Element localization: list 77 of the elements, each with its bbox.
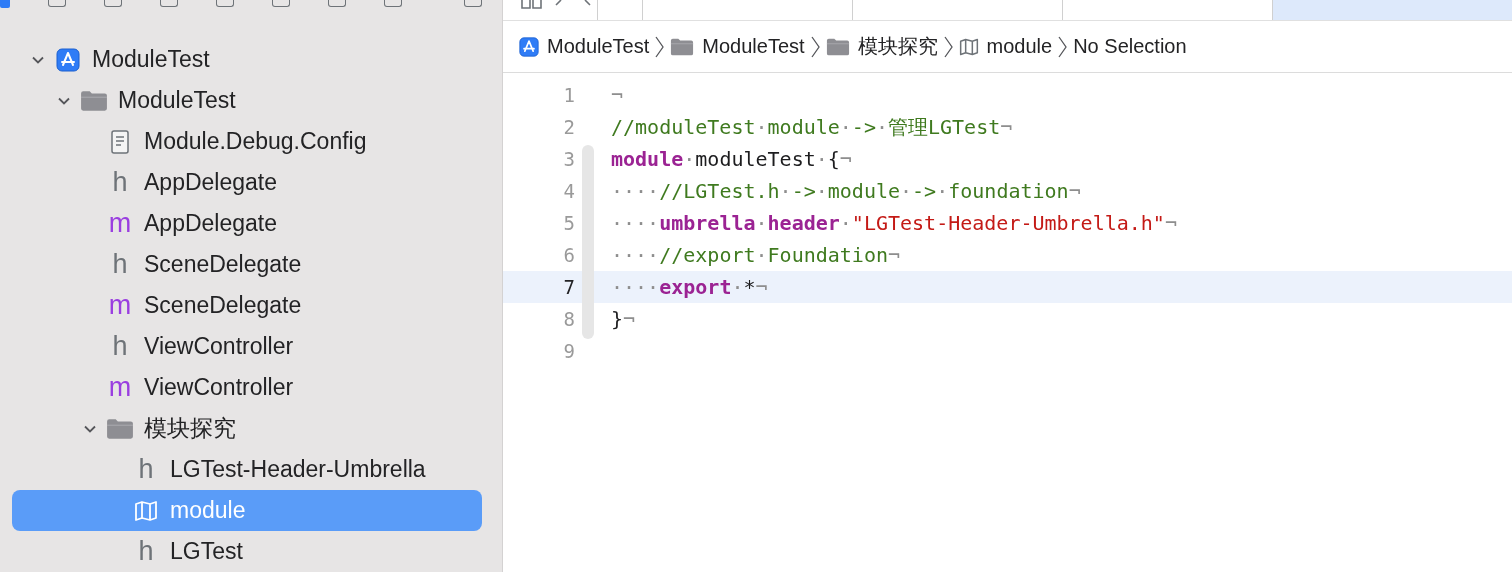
toolbar-icon[interactable] — [104, 0, 122, 7]
app-project-icon — [519, 36, 539, 57]
folder-icon — [670, 36, 695, 57]
map-icon — [958, 36, 979, 57]
file-name: 模块探究 — [144, 414, 236, 443]
toolbar-icon[interactable] — [328, 0, 346, 7]
code-line: ¬ — [611, 83, 624, 107]
header-file-icon: h — [138, 538, 154, 565]
navigator-item[interactable]: m ViewController — [12, 367, 482, 408]
header-file-icon: h — [112, 169, 128, 196]
navigator-item[interactable]: h ViewController — [12, 326, 482, 367]
breadcrumb-item[interactable]: ModuleTest — [547, 35, 650, 58]
code-line: ····umbrella·header·"LGTest-Header-Umbrella.h"¬ — [611, 211, 1177, 235]
line-number: 3 — [562, 148, 575, 170]
file-name: LGTest-Header-Umbrella — [170, 456, 426, 483]
implementation-file-icon: m — [108, 210, 132, 237]
toolbar-icon[interactable] — [464, 0, 482, 7]
navigator-item[interactable]: h LGTest — [12, 531, 482, 572]
chevron-icon — [943, 35, 953, 58]
line-number: 4 — [562, 180, 575, 202]
toolbar-icon[interactable] — [384, 0, 402, 7]
code-line: //moduleTest·module·->·管理LGTest¬ — [611, 113, 1013, 141]
grid-icon[interactable] — [521, 0, 543, 10]
toolbar-icon[interactable] — [48, 0, 66, 7]
file-name: SceneDelegate — [144, 292, 302, 319]
code-line: }¬ — [611, 307, 636, 331]
implementation-file-icon: m — [108, 374, 132, 401]
map-icon — [134, 498, 158, 523]
file-name: SceneDelegate — [144, 251, 302, 278]
line-number: 2 — [562, 116, 575, 138]
file-name: Module.Debug.Config — [144, 128, 367, 155]
line-number: 9 — [562, 340, 575, 362]
file-name: AppDelegate — [144, 210, 277, 237]
navigator-item[interactable]: Module.Debug.Config — [12, 121, 482, 162]
navigator-item[interactable]: h AppDelegate — [12, 162, 482, 203]
chevron-icon — [1058, 35, 1068, 58]
code-line: ····//LGTest.h·->·module·->·foundation¬ — [611, 179, 1081, 203]
navigator-item[interactable]: m AppDelegate — [12, 203, 482, 244]
file-name: ViewController — [144, 374, 294, 401]
code-line: ····//export·Foundation¬ — [611, 243, 900, 267]
app-project-icon — [56, 47, 80, 72]
chevron-icon — [655, 35, 665, 58]
breadcrumb-item[interactable]: ModuleTest — [702, 35, 805, 58]
code-line: module·moduleTest·{¬ — [611, 147, 852, 171]
code-line: ····export·*¬ — [611, 275, 768, 299]
navigator-item[interactable]: m SceneDelegate — [12, 285, 482, 326]
chevron-icon — [810, 35, 820, 58]
toolbar-icon[interactable] — [160, 0, 178, 7]
file-name: ViewController — [144, 333, 294, 360]
header-file-icon: h — [112, 333, 128, 360]
file-name: ModuleTest — [92, 46, 210, 73]
line-number: 1 — [562, 84, 575, 106]
breadcrumb-item[interactable]: module — [986, 35, 1053, 58]
folder-icon — [825, 36, 850, 57]
file-name: ModuleTest — [118, 87, 236, 114]
navigator-item[interactable]: h SceneDelegate — [12, 244, 482, 285]
header-file-icon: h — [112, 251, 128, 278]
folder-icon — [106, 416, 134, 441]
toolbar-icon[interactable] — [272, 0, 290, 7]
navigator-item[interactable]: ModuleTest — [12, 39, 482, 80]
file-name: module — [170, 497, 246, 524]
navigator-item[interactable]: ModuleTest — [12, 80, 482, 121]
implementation-file-icon: m — [108, 292, 132, 319]
breadcrumb-item[interactable]: No Selection — [1073, 35, 1187, 58]
line-number: 8 — [562, 308, 575, 330]
toolbar-icon[interactable] — [216, 0, 234, 7]
navigator-item[interactable]: 模块探究 — [12, 408, 482, 449]
navigator-item[interactable]: h LGTest-Header-Umbrella — [12, 449, 482, 490]
file-name: AppDelegate — [144, 169, 277, 196]
file-name: LGTest — [170, 538, 243, 565]
folder-icon — [80, 88, 108, 113]
line-number: 6 — [562, 244, 575, 266]
document-icon — [110, 129, 130, 154]
line-number: 7 — [562, 276, 575, 298]
header-file-icon: h — [138, 456, 154, 483]
breadcrumb-item[interactable]: 模块探究 — [857, 33, 938, 60]
line-number: 5 — [562, 212, 575, 234]
